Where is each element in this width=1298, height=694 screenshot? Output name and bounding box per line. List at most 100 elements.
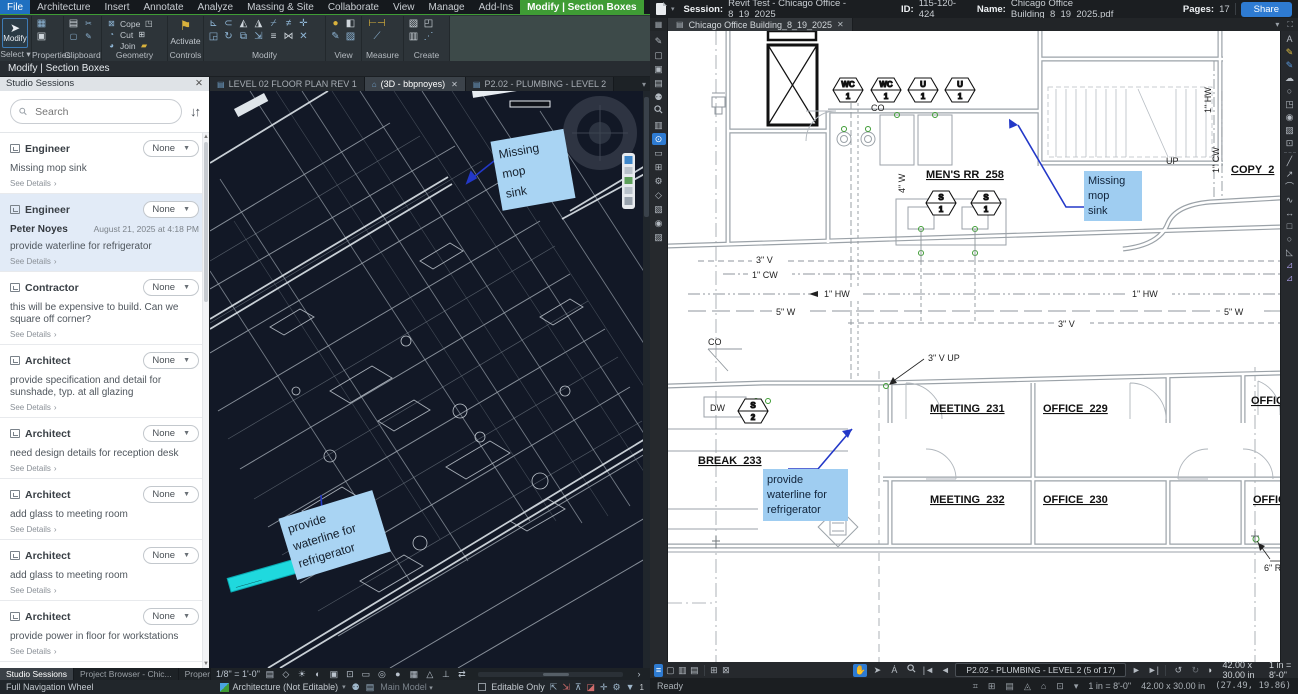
session-item[interactable]: Contractor None▼ this will be expensive … [0,272,209,345]
shapes-icon[interactable]: ▢ [652,49,666,61]
group-icon[interactable]: ▧ [407,18,420,30]
thumbnails-icon[interactable]: ⊞ [652,161,666,173]
grid-icon[interactable]: ⌗ [973,681,978,692]
markups-list-icon[interactable]: ▥ [652,119,666,131]
cut-clipboard-icon[interactable]: ✂ [82,18,95,30]
last-page-icon[interactable]: ►| [1146,664,1160,677]
select-links-icon[interactable]: ⇱ [550,682,558,693]
array-icon[interactable]: ⧉ [237,31,250,43]
shadows-icon[interactable]: ◐ [312,668,324,680]
see-details-link[interactable]: See Details› [10,586,199,595]
arrow-tool-icon[interactable]: ↗ [1283,169,1297,180]
match-type-icon[interactable]: ✎ [82,31,95,43]
design-option-selector[interactable]: Main Model ▾ [380,682,433,692]
close-icon[interactable]: ✕ [451,80,458,89]
status-dropdown[interactable]: None▼ [143,425,199,442]
panel-access-icon[interactable]: ▦ [650,18,668,31]
change-cloud-icon[interactable]: ⊿ [1283,273,1297,284]
change-mark-icon[interactable]: ⊿ [1283,260,1297,271]
3d-wireframe-view[interactable]: ________ Missing mop sink [210,91,650,668]
trim-icon[interactable]: ≠ [282,18,295,30]
render-icon[interactable]: ▣ [328,668,340,680]
worksharing-display-icon[interactable]: ⇄ [456,668,468,680]
scrollbar-vertical[interactable]: ▲▼ [202,133,209,668]
delete-icon[interactable]: ✕ [297,31,310,43]
reveal-hidden-icon[interactable]: ● [392,668,404,680]
select-pinned-icon[interactable]: ⊼ [575,682,582,693]
expand-icon[interactable]: ⛶ [1287,20,1293,30]
offset-icon[interactable]: ⊂ [222,18,235,30]
constraints-icon[interactable]: ⊥ [440,668,452,680]
ribbon-tab-collaborate[interactable]: Collaborate [321,0,386,14]
borrowers-icon[interactable]: ⚉ [352,682,360,693]
chevron-down-icon[interactable]: ▾ [1275,20,1279,29]
see-details-link[interactable]: See Details› [10,330,199,339]
crop-region-icon[interactable]: ▭ [360,668,372,680]
window-icon[interactable]: ⊡ [1056,681,1064,692]
see-details-link[interactable]: See Details› [10,647,199,656]
session-item[interactable]: Architect None▼ provide power in floor f… [0,601,209,662]
image-tool-icon[interactable]: ▨ [1283,125,1297,136]
compare-icon[interactable]: ⊠ [721,664,730,677]
assembly-icon[interactable]: ◰ [422,18,435,30]
sun-path-icon[interactable]: ☀ [296,668,308,680]
move-icon[interactable]: ✛ [297,18,310,30]
lightbulb-icon[interactable]: ● [329,18,342,30]
text-select-icon[interactable]: Ȧ [887,664,901,677]
see-details-link[interactable]: See Details› [10,464,199,473]
ribbon-tab-modify-context[interactable]: Modify | Section Boxes [520,0,643,14]
session-item[interactable]: Architect None▼ need design details for … [0,418,209,479]
markup-note-missing-mop-sink[interactable]: Missing mop sink [1004,119,1142,221]
compass-icon[interactable]: ◬ [1024,681,1031,692]
visual-style-icon[interactable]: ◇ [280,668,292,680]
see-details-link[interactable]: See Details› [10,403,199,412]
status-dropdown[interactable]: None▼ [143,140,199,157]
select-tool-icon[interactable]: ➤ [870,664,884,677]
session-item[interactable]: Engineer None▼ Missing mop sink See Deta… [0,133,209,194]
session-item[interactable]: Architect None▼ add glass to meeting roo… [0,479,209,540]
override-icon[interactable]: ▨ [344,31,357,43]
page-navigator[interactable]: P2.02 - PLUMBING - LEVEL 2 (5 of 17) [955,663,1126,677]
mirror-icon[interactable]: ◭ [237,18,250,30]
layers-icon[interactable]: ▨ [652,231,666,243]
view-scale-button[interactable]: 1/8" = 1'-0" [216,669,260,679]
ribbon-tab-analyze[interactable]: Analyze [191,0,241,14]
view-tab-3d[interactable]: ⌂(3D - bbpnoyes)✕ [365,77,466,91]
previous-page-icon[interactable]: ◄ [938,664,952,677]
close-icon[interactable]: ✕ [195,77,203,91]
ribbon-tab-insert[interactable]: Insert [97,0,136,14]
activate-controls-icon[interactable]: ⚑ [176,18,196,34]
first-page-icon[interactable]: |◄ [921,664,935,677]
pen-tool-icon[interactable]: ✎ [1283,60,1297,71]
share-button[interactable]: Share [1241,2,1292,17]
pin-icon[interactable]: ≡ [267,31,280,43]
document-icon[interactable] [656,3,666,15]
single-page-icon[interactable]: ▢ [666,664,675,677]
analytical-model-icon[interactable]: △ [424,668,436,680]
drag-elements-icon[interactable]: ✛ [600,682,608,693]
view-tab-plumbing[interactable]: ▤P2.02 - PLUMBING - LEVEL 2 [466,77,614,91]
copy-modify-icon[interactable]: ◲ [207,31,220,43]
next-page-icon[interactable]: ► [1129,664,1143,677]
scale-icon[interactable]: ⇲ [252,31,265,43]
workset-selector[interactable]: Architecture (Not Editable) ▾ [220,682,346,692]
pan-tool-icon[interactable]: ✋ [853,664,867,677]
dark-mode-icon[interactable]: ◑ [1205,664,1213,677]
ribbon-tab-manage[interactable]: Manage [421,0,471,14]
arc-tool-icon[interactable]: ⌒ [1283,182,1297,193]
stamp-tool-icon[interactable]: ◉ [1283,112,1297,123]
scrollbar-vertical[interactable] [643,91,650,668]
scrollbar-horizontal[interactable] [478,672,623,677]
line-tool-icon[interactable]: ╱ [1283,156,1297,167]
session-item[interactable]: Architect None▼ provide specification an… [0,345,209,418]
rotate-icon[interactable]: ↻ [222,31,235,43]
similar-icon[interactable]: ⋰ [422,31,435,43]
see-details-link[interactable]: See Details› [10,525,199,534]
type-properties-icon[interactable]: ▣ [35,31,48,43]
search-icon[interactable] [652,105,666,117]
select-underlay-icon[interactable]: ⇲ [562,682,570,693]
mirror-draw-icon[interactable]: ◮ [252,18,265,30]
status-dropdown[interactable]: None▼ [143,608,199,625]
ribbon-tab-massing-site[interactable]: Massing & Site [240,0,321,14]
session-item-selected[interactable]: Engineer None▼ Peter NoyesAugust 21, 202… [0,194,209,272]
